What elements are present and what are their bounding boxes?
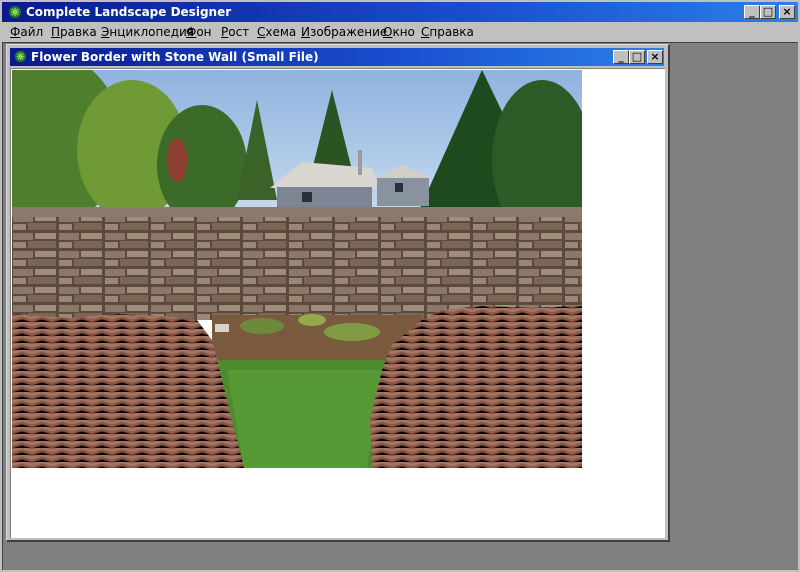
document-title: Flower Border with Stone Wall (Small Fil… [31,50,319,64]
menu-growth[interactable]: Рост [221,25,249,39]
document-titlebar[interactable]: Flower Border with Stone Wall (Small Fil… [10,48,664,66]
menu-file[interactable]: Файл [10,25,43,39]
menu-help[interactable]: Справка [421,25,474,39]
menu-edit[interactable]: Правка [51,25,97,39]
design-canvas[interactable] [10,68,665,538]
menu-window[interactable]: Окно [383,25,415,39]
document-minimize-button[interactable]: _ [613,50,629,64]
menu-image[interactable]: Изображение [301,25,387,39]
menu-bar: Файл Правка Энциклопедия Фон Рост Схема … [2,22,798,42]
app-maximize-button[interactable]: □ [760,5,776,19]
document-close-button[interactable]: × [647,50,663,64]
brick-paving-left[interactable] [12,314,244,468]
menu-plan[interactable]: Схема [257,25,296,39]
app-title: Complete Landscape Designer [26,5,232,19]
menu-encyclopedia[interactable]: Энциклопедия [101,25,194,39]
app-close-button[interactable]: × [779,5,795,19]
stone-wall [12,207,582,320]
landscape-photo[interactable] [12,70,582,468]
document-window: Flower Border with Stone Wall (Small Fil… [6,44,670,542]
document-leaf-icon [14,50,27,63]
app-leaf-icon [9,6,21,18]
menu-background[interactable]: Фон [186,25,212,39]
app-titlebar: Complete Landscape Designer _ □ × [2,2,798,22]
document-maximize-button[interactable]: □ [629,50,645,64]
app-minimize-button[interactable]: _ [744,5,760,19]
